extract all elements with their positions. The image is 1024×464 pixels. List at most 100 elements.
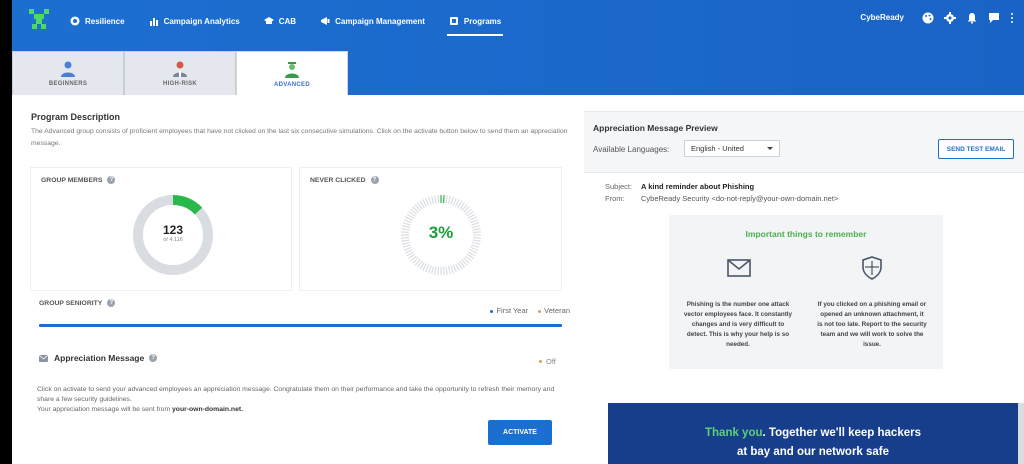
gauge-tick <box>431 195 435 205</box>
analytics-icon <box>149 18 158 26</box>
email-from: From: CybeReady Security <do-not-reply@y… <box>605 194 838 203</box>
gear-icon[interactable] <box>944 11 956 24</box>
group-members-title: GROUP MEMBERS ? <box>41 176 116 184</box>
gauge-tick <box>442 266 445 275</box>
nav-campaign-analytics[interactable]: Campaign Analytics <box>137 12 252 30</box>
gauge-tick <box>452 264 457 273</box>
tab-label: BEGINNERS <box>48 81 88 87</box>
nav-label: Programs <box>463 16 502 26</box>
gauge-tick <box>452 197 457 206</box>
high-risk-user-icon <box>173 61 187 77</box>
nav-label: CAB <box>278 16 297 26</box>
gauge-tick <box>434 195 437 204</box>
chat-icon[interactable] <box>988 11 1000 23</box>
nav-label: Resilience <box>85 16 125 26</box>
group-tabs: BEGINNERS HIGH-RISK ADVANCED <box>12 51 348 96</box>
tip-left-text: Phishing is the number one attack vector… <box>683 301 793 348</box>
gauge-tick <box>428 265 432 274</box>
gauge-tick <box>450 265 454 274</box>
advanced-user-icon <box>285 62 299 78</box>
gauge-tick <box>471 244 480 248</box>
main-nav: Resilience Campaign Analytics CAB Campai… <box>58 12 513 36</box>
app-frame: Resilience Campaign Analytics CAB Campai… <box>12 0 1024 464</box>
gauge-tick <box>447 195 451 205</box>
tab-advanced[interactable]: ADVANCED <box>236 51 348 96</box>
nav-campaign-management[interactable]: Campaign Management <box>308 12 437 30</box>
appreciation-header: Appreciation Message ? <box>39 353 158 363</box>
help-icon[interactable]: ? <box>370 176 379 184</box>
programs-icon <box>449 17 458 25</box>
never-clicked-value: 3% <box>396 223 486 243</box>
help-icon[interactable]: ? <box>149 354 158 362</box>
gauge-tick <box>442 195 445 204</box>
send-test-email-button[interactable]: SEND TEST EMAIL <box>938 139 1014 159</box>
nav-label: Campaign Management <box>335 16 425 26</box>
nav-programs[interactable]: Programs <box>437 12 513 36</box>
seniority-bar <box>39 324 562 327</box>
tips-title: Important things to remember <box>745 229 867 239</box>
tab-label: ADVANCED <box>274 82 310 88</box>
legend-label: Veteran <box>544 306 570 315</box>
tip-right-text: If you clicked on a phishing email or op… <box>817 301 927 348</box>
shield-icon <box>862 256 882 280</box>
never-clicked-title: NEVER CLICKED ? <box>310 176 379 184</box>
subject-key: Subject: <box>605 182 633 191</box>
program-title: Program Description <box>31 112 121 122</box>
more-vertical-icon[interactable] <box>1010 11 1014 23</box>
appreciation-status-label: Off <box>546 357 556 366</box>
group-members-card: GROUP MEMBERS ? 123 of 4,116 <box>30 167 292 291</box>
message-icon <box>39 354 48 362</box>
language-select[interactable]: English - United <box>684 140 780 157</box>
banner-text1: . Together we'll keep hackers <box>762 427 921 439</box>
banner-line1: Thank you. Together we'll keep hackers <box>608 427 1018 439</box>
gauge-tick <box>445 266 448 275</box>
cab-icon <box>263 17 274 24</box>
group-seniority-label: GROUP SENIORITY <box>39 299 103 307</box>
gauge-tick <box>403 246 412 251</box>
never-clicked-label: NEVER CLICKED <box>310 176 366 184</box>
thank-you-banner: Thank you. Together we'll keep hackers a… <box>608 403 1018 464</box>
nav-cab[interactable]: CAB <box>252 12 308 30</box>
activate-button[interactable]: ACTIVATE <box>488 420 552 445</box>
language-selected: English - United <box>691 144 744 153</box>
seniority-legend: First Year Veteran <box>490 306 570 315</box>
cybeready-logo-icon[interactable] <box>28 8 50 30</box>
user-name[interactable]: CybeReady <box>860 13 904 22</box>
top-bar: Resilience Campaign Analytics CAB Campai… <box>12 0 1024 96</box>
legend-label: First Year <box>496 306 529 315</box>
help-icon[interactable]: ? <box>107 299 116 307</box>
palette-icon[interactable] <box>922 11 934 24</box>
preview-panel: Appreciation Message Preview Available L… <box>584 95 1024 464</box>
preview-header: Appreciation Message Preview Available L… <box>584 111 1024 173</box>
from-key: From: <box>605 194 625 203</box>
group-members-total: of 4,116 <box>163 237 183 243</box>
preview-scrollbar[interactable] <box>1018 403 1024 464</box>
resilience-icon <box>70 16 80 26</box>
beginner-user-icon <box>61 61 75 77</box>
nav-resilience[interactable]: Resilience <box>58 12 137 30</box>
gauge-tick <box>437 195 440 204</box>
appreciation-status[interactable]: Off <box>539 357 556 366</box>
email-tips-card: Important things to remember Phishing is… <box>669 215 943 369</box>
never-clicked-card: NEVER CLICKED ? 3% <box>299 167 562 291</box>
group-members-count: 123 <box>162 223 184 237</box>
appreciation-body-line2: Your appreciation message will be sent f… <box>37 405 562 415</box>
status-dot <box>539 360 542 363</box>
tab-high-risk[interactable]: HIGH-RISK <box>124 51 236 95</box>
sender-prefix: Your appreciation message will be sent f… <box>37 406 173 413</box>
gauge-tick <box>402 244 411 248</box>
gauge-tick <box>425 197 430 206</box>
languages-label: Available Languages: <box>593 145 670 154</box>
help-icon[interactable]: ? <box>107 176 116 184</box>
tab-beginners[interactable]: BEGINNERS <box>12 51 124 95</box>
top-right-controls: CybeReady <box>860 11 1014 24</box>
legend-veteran: Veteran <box>538 306 570 315</box>
program-panel: Program Description The Advanced group c… <box>12 95 584 464</box>
group-members-value: 123 of 4,116 <box>128 223 218 243</box>
sender-domain: your-own-domain.net. <box>172 406 244 413</box>
banner-line2: at bay and our network safe <box>736 446 890 458</box>
gauge-tick <box>434 266 437 275</box>
bell-icon[interactable] <box>966 11 978 24</box>
gauge-tick <box>425 264 430 273</box>
program-description: The Advanced group consists of proficien… <box>31 128 568 147</box>
